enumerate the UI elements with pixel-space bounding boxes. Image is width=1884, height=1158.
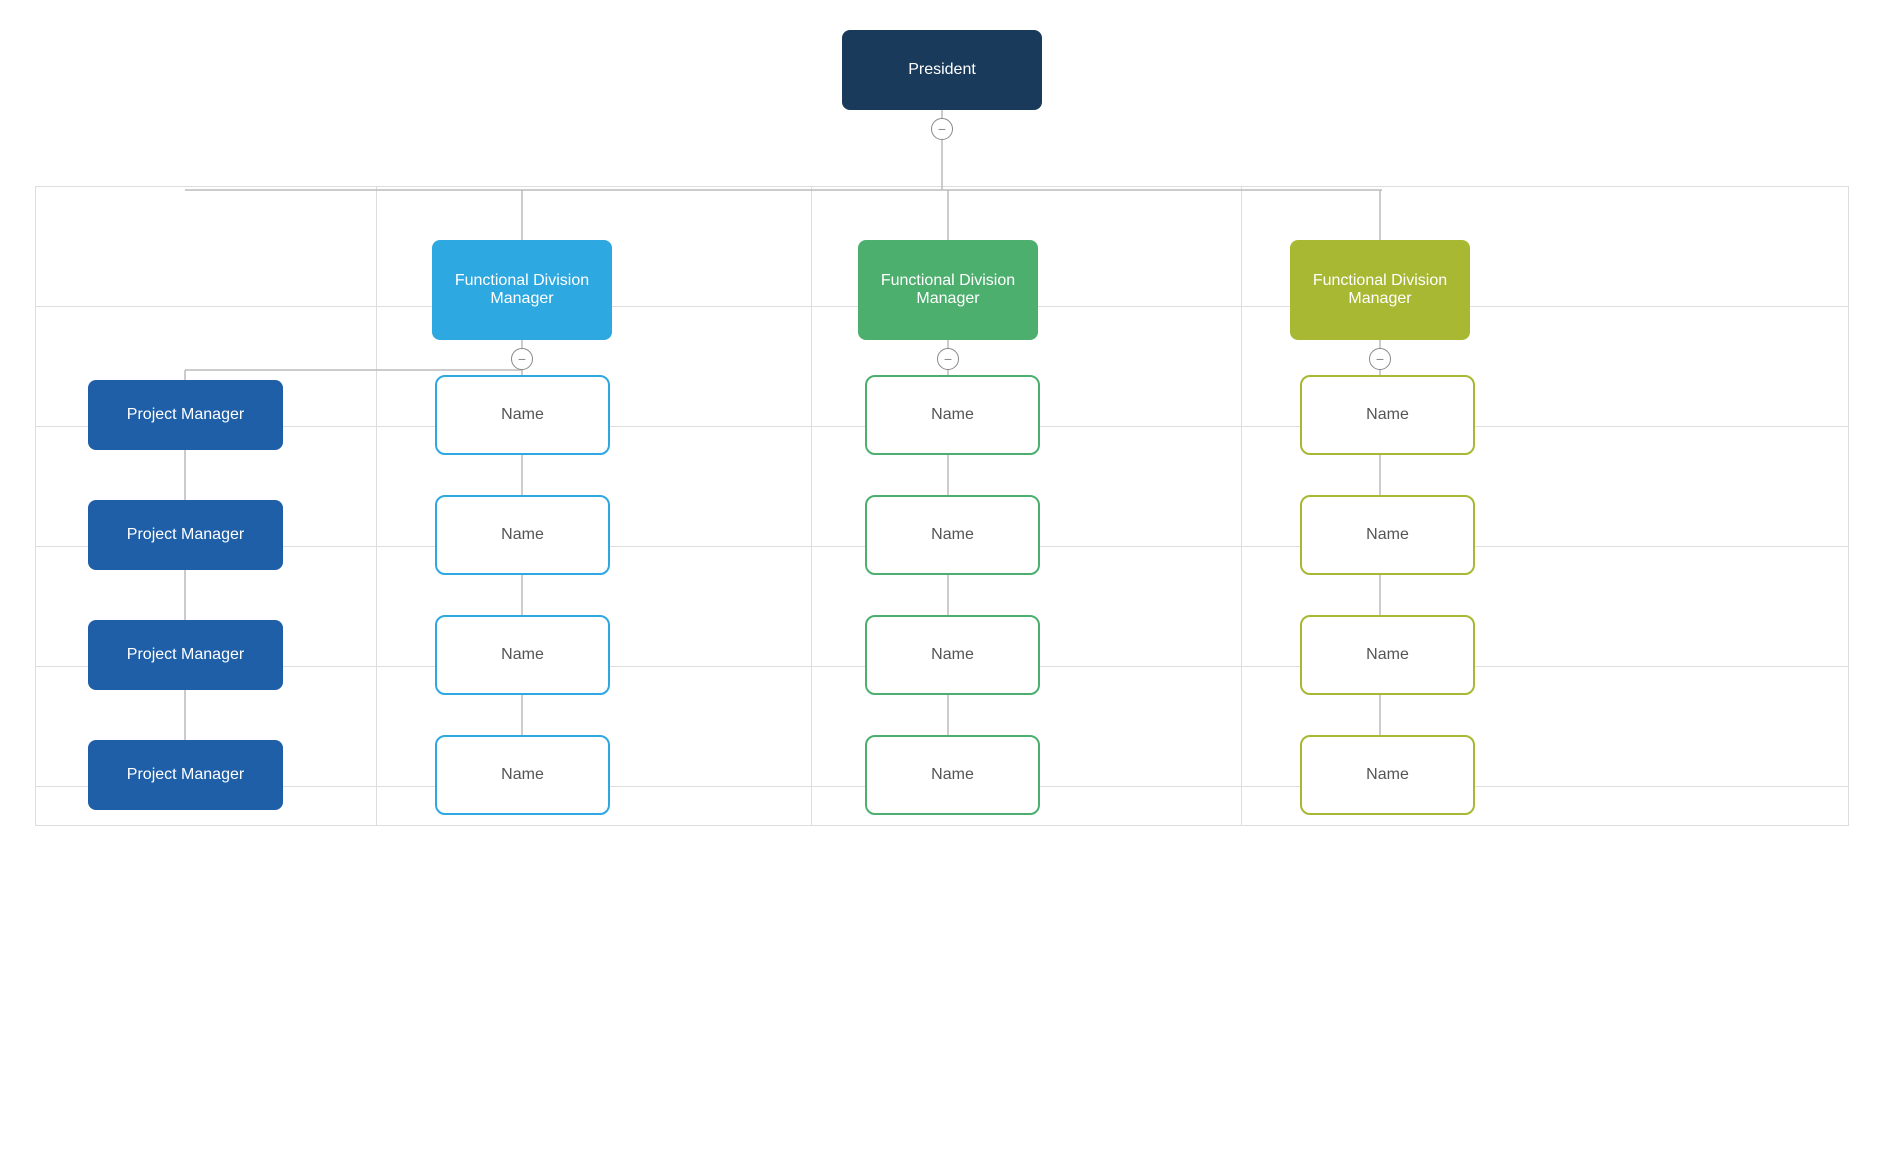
name-blue-4-text: Name	[501, 766, 544, 784]
name-olive-2-text: Name	[1366, 526, 1409, 544]
president-node[interactable]: President	[842, 30, 1042, 110]
name-box-green-2[interactable]: Name	[865, 495, 1040, 575]
name-box-blue-4[interactable]: Name	[435, 735, 610, 815]
name-box-blue-3[interactable]: Name	[435, 615, 610, 695]
pm-label-3: Project Manager	[127, 646, 244, 664]
name-box-olive-4[interactable]: Name	[1300, 735, 1475, 815]
pm-node-1[interactable]: Project Manager	[88, 380, 283, 450]
fdm-olive-node[interactable]: Functional Division Manager	[1290, 240, 1470, 340]
pm-label-1: Project Manager	[127, 406, 244, 424]
pm-label-2: Project Manager	[127, 526, 244, 544]
grid-col-3	[1241, 187, 1242, 825]
name-blue-1-text: Name	[501, 406, 544, 424]
fdm-green-node[interactable]: Functional Division Manager	[858, 240, 1038, 340]
president-label: President	[908, 61, 976, 79]
collapse-fdm-olive[interactable]: −	[1369, 348, 1391, 370]
name-olive-3-text: Name	[1366, 646, 1409, 664]
collapse-fdm-blue[interactable]: −	[511, 348, 533, 370]
name-box-blue-1[interactable]: Name	[435, 375, 610, 455]
name-box-olive-3[interactable]: Name	[1300, 615, 1475, 695]
name-box-olive-1[interactable]: Name	[1300, 375, 1475, 455]
name-box-olive-2[interactable]: Name	[1300, 495, 1475, 575]
fdm-olive-label: Functional Division Manager	[1313, 272, 1447, 308]
name-green-3-text: Name	[931, 646, 974, 664]
fdm-blue-node[interactable]: Functional Division Manager	[432, 240, 612, 340]
pm-node-2[interactable]: Project Manager	[88, 500, 283, 570]
grid-col-2	[811, 187, 812, 825]
name-blue-2-text: Name	[501, 526, 544, 544]
collapse-fdm-green[interactable]: −	[937, 348, 959, 370]
name-green-2-text: Name	[931, 526, 974, 544]
name-box-blue-2[interactable]: Name	[435, 495, 610, 575]
fdm-green-label: Functional Division Manager	[881, 272, 1015, 308]
name-blue-3-text: Name	[501, 646, 544, 664]
name-olive-4-text: Name	[1366, 766, 1409, 784]
pm-node-4[interactable]: Project Manager	[88, 740, 283, 810]
fdm-blue-label: Functional Division Manager	[455, 272, 589, 308]
org-chart: President − Functional Division Manager …	[0, 0, 1884, 1158]
name-box-green-3[interactable]: Name	[865, 615, 1040, 695]
name-green-4-text: Name	[931, 766, 974, 784]
name-green-1-text: Name	[931, 406, 974, 424]
collapse-president[interactable]: −	[931, 118, 953, 140]
pm-label-4: Project Manager	[127, 766, 244, 784]
name-box-green-4[interactable]: Name	[865, 735, 1040, 815]
name-olive-1-text: Name	[1366, 406, 1409, 424]
grid-col-1	[376, 187, 377, 825]
pm-node-3[interactable]: Project Manager	[88, 620, 283, 690]
name-box-green-1[interactable]: Name	[865, 375, 1040, 455]
